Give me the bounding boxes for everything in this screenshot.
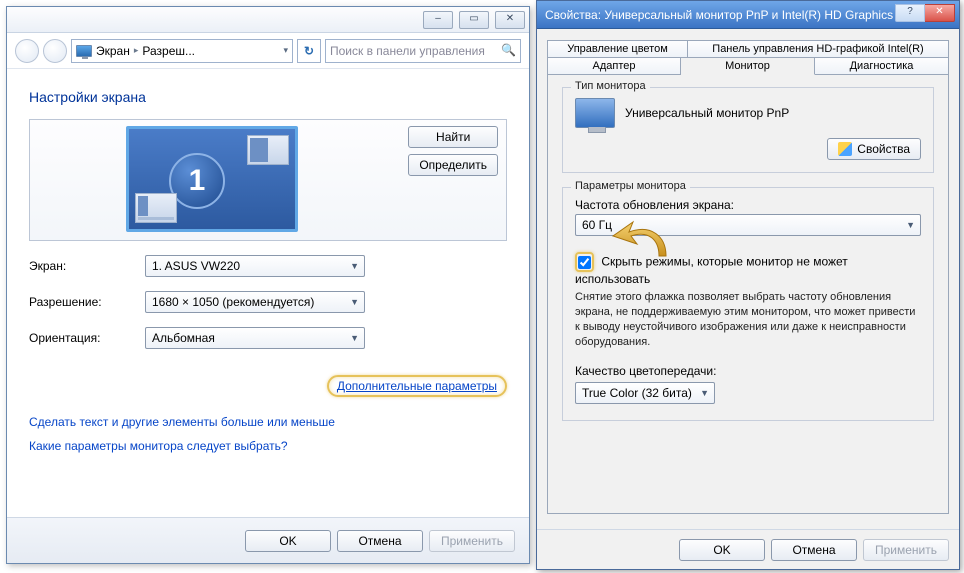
thumbnail-icon bbox=[247, 135, 289, 165]
cancel-button[interactable]: Отмена bbox=[337, 530, 423, 552]
resolution-value: 1680 × 1050 (рекомендуется) bbox=[152, 295, 314, 309]
maximize-button[interactable]: ▭ bbox=[459, 11, 489, 29]
group-legend: Тип монитора bbox=[571, 80, 650, 92]
ok-button[interactable]: OK bbox=[679, 539, 765, 561]
refresh-rate-select[interactable]: 60 Гц ▼ bbox=[575, 214, 921, 236]
group-legend: Параметры монитора bbox=[571, 180, 690, 192]
back-button[interactable] bbox=[15, 39, 39, 63]
hide-modes-label: Скрыть режимы, которые монитор не может … bbox=[575, 254, 848, 286]
forward-button[interactable] bbox=[43, 39, 67, 63]
screen-value: 1. ASUS VW220 bbox=[152, 259, 240, 273]
help-button[interactable]: ? bbox=[895, 4, 925, 22]
find-button[interactable]: Найти bbox=[408, 126, 498, 148]
monitor-icon bbox=[575, 98, 615, 128]
hide-modes-help: Снятие этого флажка позволяет выбрать ча… bbox=[575, 290, 921, 349]
titlebar: – ▭ ✕ bbox=[7, 7, 529, 33]
ok-button[interactable]: OK bbox=[245, 530, 331, 552]
monitor-params-group: Параметры монитора Частота обновления эк… bbox=[562, 187, 934, 421]
page-title: Настройки экрана bbox=[29, 89, 507, 105]
close-button[interactable]: ✕ bbox=[495, 11, 525, 29]
titlebar: Свойства: Универсальный монитор PnP и In… bbox=[537, 1, 959, 29]
chevron-down-icon[interactable]: ▾ bbox=[283, 45, 288, 56]
tab-intel-graphics[interactable]: Панель управления HD-графикой Intel(R) bbox=[687, 40, 949, 57]
properties-button[interactable]: Свойства bbox=[827, 138, 921, 160]
monitor-properties-window: Свойства: Универсальный монитор PnP и In… bbox=[536, 0, 960, 570]
search-input[interactable]: Поиск в панели управления 🔍 bbox=[325, 39, 521, 63]
tab-monitor[interactable]: Монитор bbox=[681, 57, 815, 75]
highlight-ring bbox=[575, 252, 594, 272]
detect-button[interactable]: Определить bbox=[408, 154, 498, 176]
address-row: Экран ▸ Разреш... ▾ ↻ Поиск в панели упр… bbox=[7, 33, 529, 69]
resolution-select[interactable]: 1680 × 1050 (рекомендуется) ▼ bbox=[145, 291, 365, 313]
properties-button-label: Свойства bbox=[857, 142, 910, 156]
chevron-down-icon: ▼ bbox=[700, 388, 709, 398]
apply-button[interactable]: Применить bbox=[863, 539, 949, 561]
resolution-label: Разрешение: bbox=[29, 295, 145, 309]
thumbnail-icon bbox=[135, 193, 177, 223]
refresh-button[interactable]: ↻ bbox=[297, 39, 321, 63]
display-settings-window: – ▭ ✕ Экран ▸ Разреш... ▾ ↻ Поиск в пане… bbox=[6, 6, 530, 564]
screen-select[interactable]: 1. ASUS VW220 ▼ bbox=[145, 255, 365, 277]
search-icon: 🔍 bbox=[501, 43, 516, 57]
which-settings-link[interactable]: Какие параметры монитора следует выбрать… bbox=[29, 439, 288, 453]
monitor-arrangement-box: 1 Найти Определить bbox=[29, 119, 507, 241]
chevron-right-icon: ▸ bbox=[134, 45, 139, 56]
content-area: Настройки экрана 1 Найти Определить Экра… bbox=[7, 69, 529, 463]
color-quality-label: Качество цветопередачи: bbox=[575, 364, 921, 378]
cancel-button[interactable]: Отмена bbox=[771, 539, 857, 561]
search-placeholder: Поиск в панели управления bbox=[330, 44, 485, 58]
orientation-select[interactable]: Альбомная ▼ bbox=[145, 327, 365, 349]
tab-panel-monitor: Тип монитора Универсальный монитор PnP С… bbox=[547, 74, 949, 514]
advanced-settings-link[interactable]: Дополнительные параметры bbox=[337, 379, 497, 393]
apply-button[interactable]: Применить bbox=[429, 530, 515, 552]
tab-strip: Управление цветом Панель управления HD-г… bbox=[537, 29, 959, 514]
orientation-label: Ориентация: bbox=[29, 331, 145, 345]
orientation-value: Альбомная bbox=[152, 331, 215, 345]
address-bar[interactable]: Экран ▸ Разреш... ▾ bbox=[71, 39, 293, 63]
refresh-rate-value: 60 Гц bbox=[582, 218, 612, 232]
monitor-number-badge: 1 bbox=[169, 153, 225, 209]
chevron-down-icon: ▼ bbox=[350, 261, 359, 271]
window-title: Свойства: Универсальный монитор PnP и In… bbox=[545, 8, 913, 22]
monitor-name: Универсальный монитор PnP bbox=[625, 106, 789, 120]
breadcrumb-item[interactable]: Экран bbox=[96, 44, 130, 58]
highlight-ring: Дополнительные параметры bbox=[327, 375, 507, 397]
chevron-down-icon: ▼ bbox=[350, 297, 359, 307]
refresh-rate-label: Частота обновления экрана: bbox=[575, 198, 921, 212]
monitor-icon bbox=[76, 45, 92, 57]
chevron-down-icon: ▼ bbox=[350, 333, 359, 343]
monitor-type-group: Тип монитора Универсальный монитор PnP С… bbox=[562, 87, 934, 173]
screen-label: Экран: bbox=[29, 259, 145, 273]
breadcrumb-item[interactable]: Разреш... bbox=[142, 44, 195, 58]
chevron-down-icon: ▼ bbox=[906, 220, 915, 230]
color-quality-value: True Color (32 бита) bbox=[582, 386, 692, 400]
hide-modes-checkbox[interactable] bbox=[578, 256, 591, 269]
tab-adapter[interactable]: Адаптер bbox=[547, 57, 681, 75]
monitor-preview[interactable]: 1 bbox=[126, 126, 298, 232]
dialog-footer: OK Отмена Применить bbox=[537, 529, 959, 569]
tab-color-management[interactable]: Управление цветом bbox=[547, 40, 687, 57]
minimize-button[interactable]: – bbox=[423, 11, 453, 29]
dialog-footer: OK Отмена Применить bbox=[7, 517, 529, 563]
text-size-link[interactable]: Сделать текст и другие элементы больше и… bbox=[29, 415, 335, 429]
tab-diagnostics[interactable]: Диагностика bbox=[815, 57, 949, 75]
close-button[interactable]: ✕ bbox=[925, 4, 955, 22]
color-quality-select[interactable]: True Color (32 бита) ▼ bbox=[575, 382, 715, 404]
